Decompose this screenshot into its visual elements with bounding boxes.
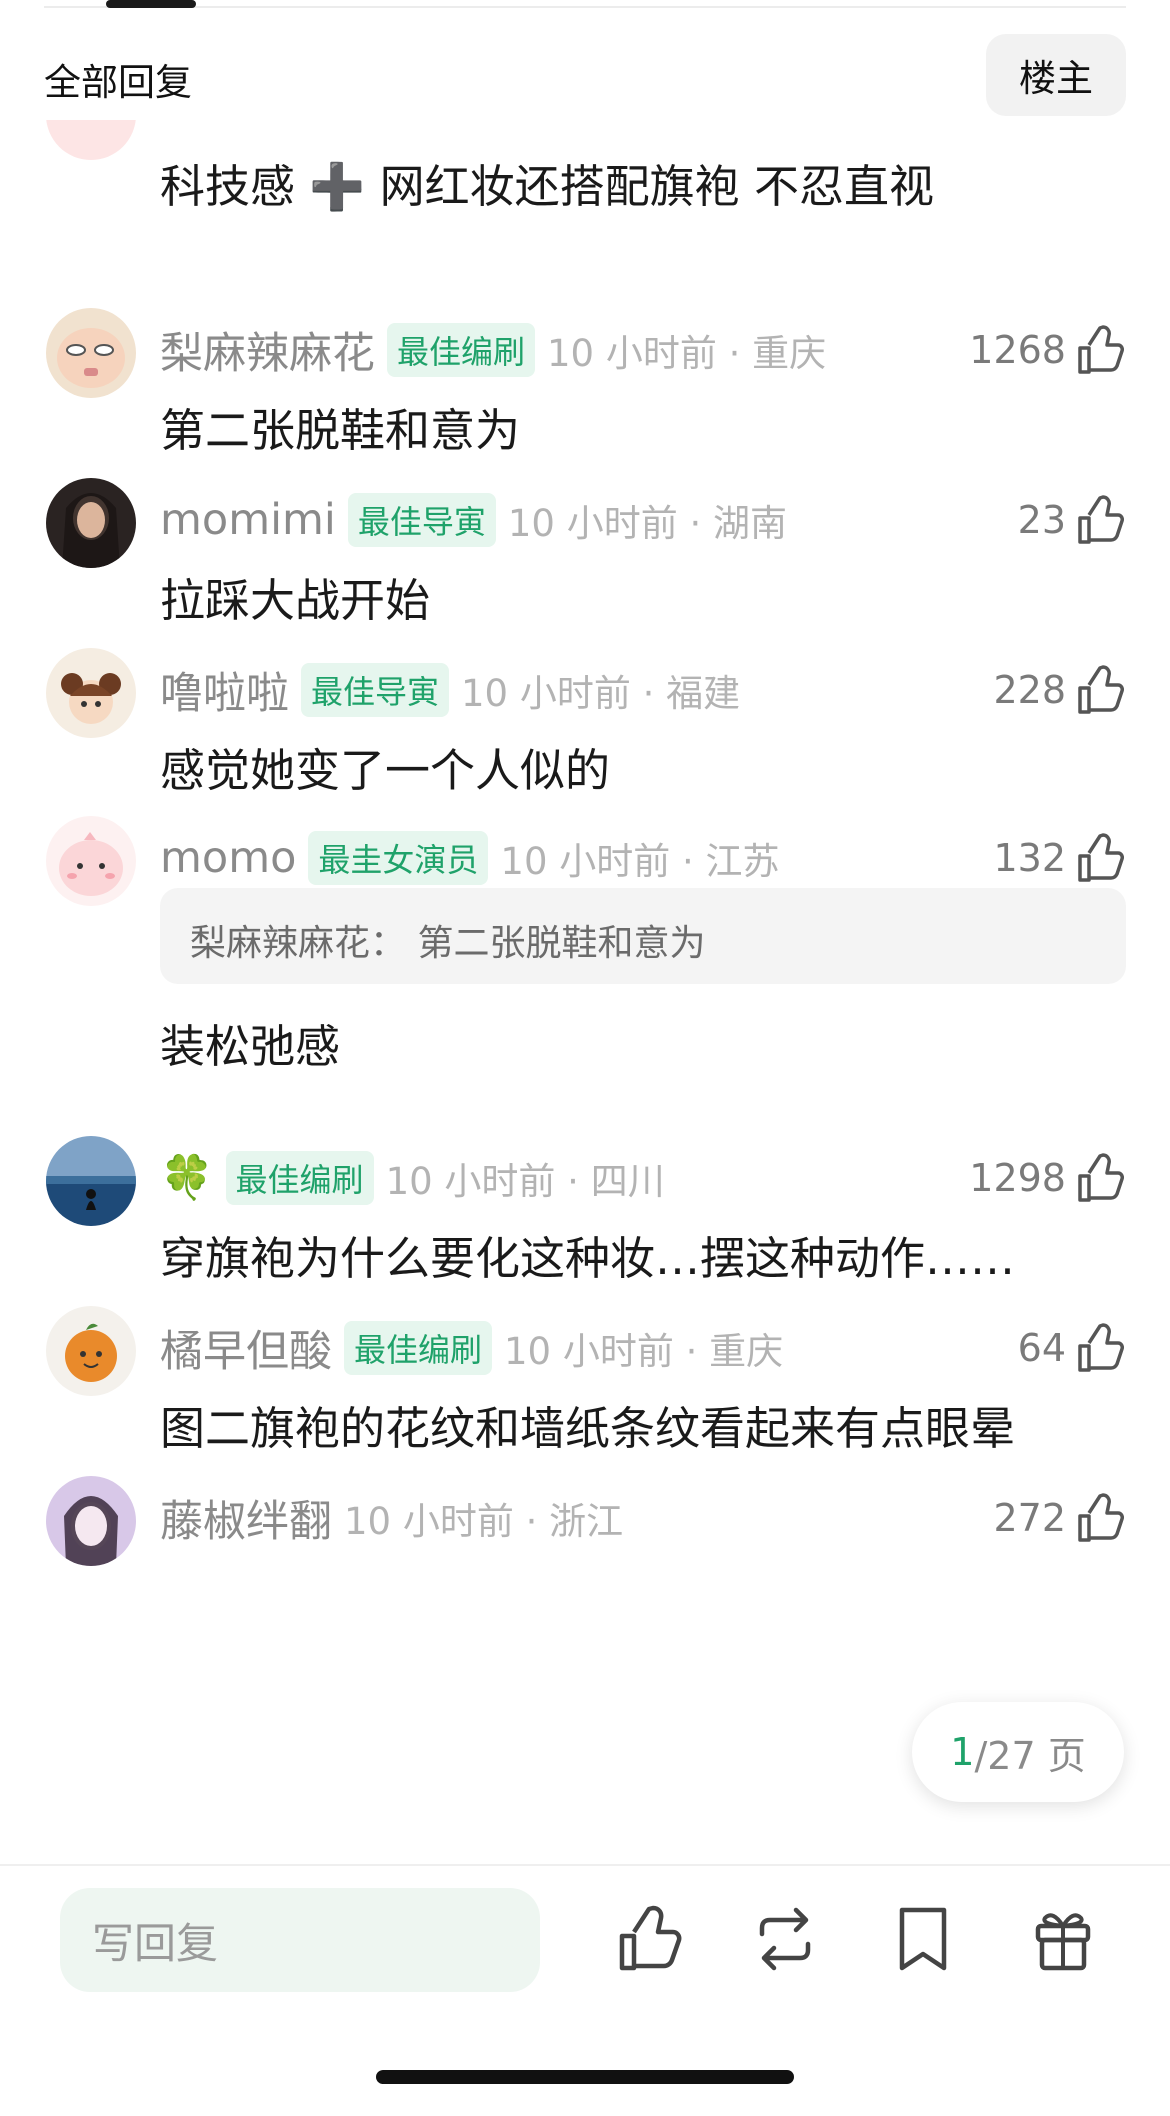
comment-text: 穿旗袍为什么要化这种妆…摆这种动作…… [160,1232,1016,1285]
like-count: 64 [1017,1326,1066,1370]
thumbs-up-icon [1078,665,1124,714]
like-button[interactable]: 132 [993,826,1124,890]
timestamp-location: 10 小时前 · 江苏 [500,840,780,883]
thumbs-up-icon[interactable] [616,1904,682,1974]
owner-only-button[interactable]: 楼主 [986,34,1126,116]
comment-text: 第二张脱鞋和意为 [160,404,521,457]
username[interactable]: 藤椒绊翻 [160,1487,332,1549]
avatar[interactable] [46,478,136,568]
thumbs-up-icon [1078,1493,1124,1542]
comment-list[interactable]: 科技感 ➕ 网红妆还搭配旗袍 不忍直视 梨麻辣麻花 最佳编刷 10 小时前 · … [0,120,1170,1864]
timestamp-location: 10 小时前 · 湖南 [507,502,788,545]
thumbs-up-icon [1078,325,1124,374]
award-badge: 最佳导寅 [301,663,450,717]
page-indicator[interactable]: 1/27 页 [912,1702,1124,1802]
award-badge: 最佳编刷 [225,1151,374,1205]
avatar[interactable] [46,120,136,160]
active-tab-indicator [106,0,196,8]
bookmark-icon[interactable] [890,1904,956,1974]
quoted-reply[interactable]: 梨麻辣麻花： 第二张脱鞋和意为 [160,888,1126,984]
avatar[interactable] [46,816,136,906]
page-current: 1 [950,1730,975,1774]
top-divider [44,6,1126,8]
comment-text: 感觉她变了一个人似的 [160,744,611,797]
home-indicator [376,2070,794,2084]
username[interactable]: momimi [160,495,336,545]
like-count: 1268 [969,328,1066,372]
timestamp-location: 10 小时前 · 重庆 [547,332,827,375]
thumbs-up-icon [1078,1323,1124,1372]
avatar[interactable] [46,1476,136,1566]
like-count: 23 [1017,498,1066,542]
comment-text: 图二旗袍的花纹和墙纸条纹看起来有点眼晕 [160,1402,1016,1455]
award-badge: 最佳编刷 [344,1321,493,1375]
like-button[interactable]: 64 [1018,1316,1124,1380]
repost-icon[interactable] [752,1904,818,1974]
like-count: 272 [993,1496,1066,1540]
award-badge: 最佳导寅 [347,493,496,547]
like-count: 1298 [969,1156,1066,1200]
username[interactable]: 橘早但酸 [160,1317,332,1379]
thumbs-up-icon [1078,833,1124,882]
comment-text: 装松弛感 [160,1020,341,1073]
username[interactable]: 噜啦啦 [160,659,289,721]
timestamp-location: 10 小时前 · 浙江 [344,1500,624,1543]
avatar[interactable] [46,308,136,398]
comment-text: 拉踩大战开始 [160,574,431,627]
quoted-text: 梨麻辣麻花： 第二张脱鞋和意为 [190,923,706,964]
replies-header: 全部回复 楼主 [44,30,1126,120]
comment-text: 科技感 ➕ 网红妆还搭配旗袍 不忍直视 [160,160,934,213]
page-total: /27 页 [974,1733,1086,1778]
like-button[interactable]: 23 [1018,488,1124,552]
timestamp-location: 10 小时前 · 福建 [461,672,741,715]
like-button[interactable]: 272 [993,1486,1124,1550]
avatar[interactable] [46,648,136,738]
reply-input[interactable]: 写回复 [60,1888,540,1992]
username[interactable]: momo [160,833,296,883]
avatar[interactable] [46,1136,136,1226]
thumbs-up-icon [1078,1153,1124,1202]
like-button[interactable]: 228 [993,658,1124,722]
like-button[interactable]: 1298 [969,1146,1124,1210]
username[interactable]: 🍀 [160,1153,214,1203]
timestamp-location: 10 小时前 · 四川 [385,1160,665,1203]
bottom-action-bar: 写回复 [0,1864,1170,2116]
like-count: 132 [993,836,1066,880]
username[interactable]: 梨麻辣麻花 [160,319,375,381]
avatar[interactable] [46,1306,136,1396]
award-badge: 最圭女演员 [308,831,489,885]
like-button[interactable]: 1268 [969,318,1124,382]
thumbs-up-icon [1078,495,1124,544]
gift-icon[interactable] [1030,1904,1096,1974]
award-badge: 最佳编刷 [387,323,536,377]
timestamp-location: 10 小时前 · 重庆 [504,1330,784,1373]
page-title: 全部回复 [44,61,192,104]
like-count: 228 [993,668,1066,712]
